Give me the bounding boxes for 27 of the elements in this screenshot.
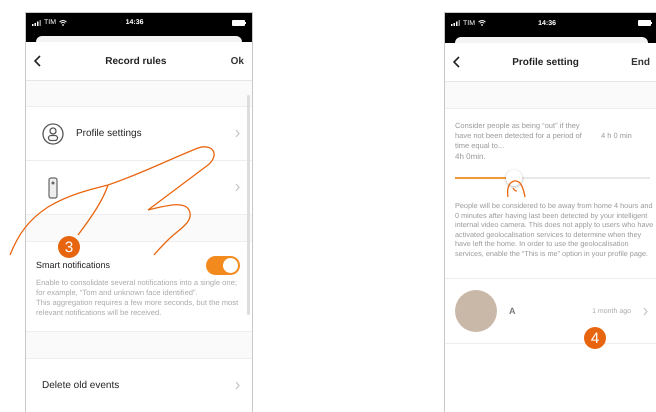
chevron-right-icon [235,129,240,138]
wifi-icon [478,20,486,26]
avatar-placeholder [455,290,497,332]
header-action[interactable]: Ok [230,56,244,67]
signal-icon [451,20,460,26]
slider-thumb[interactable] [506,170,522,186]
person-circle-icon [42,122,64,145]
row-label: Profile settings [76,128,143,140]
header-action[interactable]: End [631,56,650,68]
chevron-right-icon [643,306,648,316]
duration-value: 4h 0min. [455,152,487,162]
signal-icon [32,20,41,26]
screen-title: Profile setting [511,56,580,68]
back-icon[interactable] [34,55,41,68]
user-name: A [509,306,516,316]
pointing-finger-sketch [506,180,528,198]
chevron-right-icon [235,183,240,192]
settings-row[interactable]: Delete old events [26,358,252,412]
back-icon[interactable] [453,56,460,68]
battery-icon [638,20,652,26]
screen-title: Record rules [104,56,168,67]
toggle-switch[interactable] [206,256,240,275]
wifi-icon [59,20,68,26]
row-label: Delete old events [42,380,120,391]
setting-title: Smart notifications [36,260,112,270]
chevron-right-icon [235,380,240,390]
battery-icon [232,20,246,26]
